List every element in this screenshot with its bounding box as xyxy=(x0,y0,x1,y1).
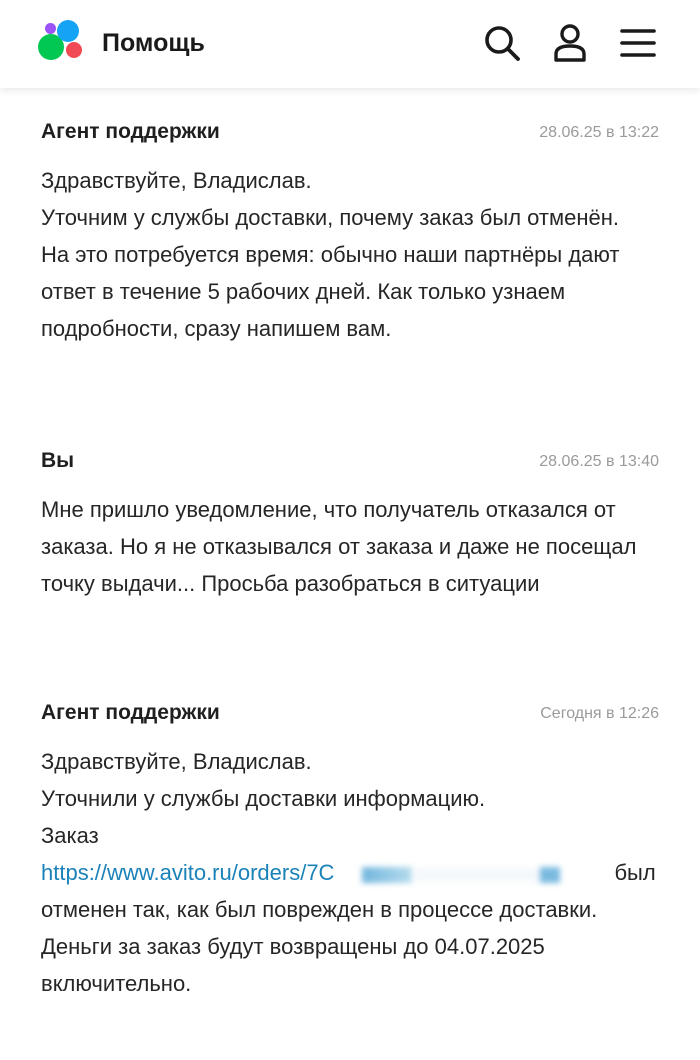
profile-icon xyxy=(554,24,586,62)
page-title: Помощь xyxy=(102,29,205,57)
profile-button[interactable] xyxy=(550,22,590,64)
search-icon xyxy=(485,26,520,61)
menu-button[interactable] xyxy=(618,22,658,64)
message-body: Здравствуйте, Владислав. Уточним у служб… xyxy=(41,162,666,347)
message-paragraph: Здравствуйте, Владислав. xyxy=(41,168,312,193)
order-line: https://www.avito.ru/orders/7С был отмене… xyxy=(41,854,666,928)
logo-dot-red xyxy=(66,42,82,58)
message-paragraph: Заказ xyxy=(41,823,99,848)
logo-dot-blue xyxy=(57,20,79,42)
message-timestamp: Сегодня в 12:26 xyxy=(540,705,659,722)
message-paragraph: Уточнили у службы доставки информацию. xyxy=(41,786,486,811)
order-link[interactable]: https://www.avito.ru/orders/7С xyxy=(41,860,334,885)
menu-icon xyxy=(620,29,656,57)
message-body: Здравствуйте, Владислав. Уточнили у служ… xyxy=(41,743,666,1002)
search-button[interactable] xyxy=(483,22,523,64)
logo-dot-purple xyxy=(45,23,56,34)
message-body: Мне пришло уведомление, что получатель о… xyxy=(41,491,666,602)
app-header: Помощь xyxy=(0,0,700,88)
redacted-area xyxy=(362,861,610,887)
avito-logo[interactable] xyxy=(38,20,84,64)
message-author: Агент поддержки xyxy=(41,120,220,143)
message-author: Агент поддержки xyxy=(41,701,220,724)
message-paragraph: Мне пришло уведомление, что получатель о… xyxy=(41,497,637,596)
message-timestamp: 28.06.25 в 13:22 xyxy=(539,124,659,141)
message-paragraph: Деньги за заказ будут возвращены до 04.0… xyxy=(41,934,545,996)
message-timestamp: 28.06.25 в 13:40 xyxy=(539,453,659,470)
message-author: Вы xyxy=(41,449,75,472)
message-paragraph: Здравствуйте, Владислав. xyxy=(41,749,312,774)
message-paragraph: На это потребуется время: обычно наши па… xyxy=(41,242,620,341)
message-paragraph: Уточним у службы доставки, почему заказ … xyxy=(41,205,620,230)
